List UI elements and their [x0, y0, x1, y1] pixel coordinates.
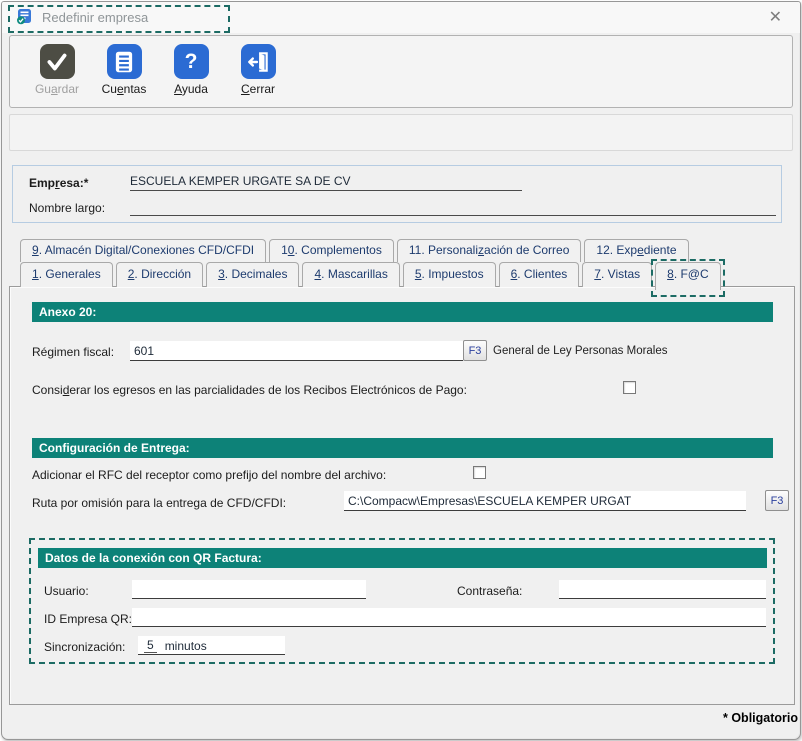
empresa-label: Empresa:* [29, 176, 89, 190]
accounts-list-icon [106, 44, 142, 79]
tab-3-decimales[interactable]: 3. Decimales [206, 262, 300, 287]
regimen-description: General de Ley Personas Morales [493, 345, 668, 357]
regimen-f3-button[interactable]: F3 [463, 340, 487, 361]
tab-12-expediente[interactable]: 12. Expediente [584, 239, 689, 262]
toolbar-button-ayuda[interactable]: ? Ayuda [166, 44, 216, 96]
sincronizacion-value: 5 [144, 638, 157, 653]
close-icon[interactable]: ✕ [763, 6, 788, 30]
ruta-entrega-input[interactable] [344, 491, 746, 511]
id-empresa-qr-label: ID Empresa QR: [44, 612, 133, 626]
tab-row-secondary: 9. Almacén Digital/Conexiones CFD/CFDI 1… [20, 239, 692, 262]
tab-content-fac: Anexo 20: Régimen fiscal: F3 General de … [9, 286, 795, 705]
usuario-label: Usuario: [44, 584, 89, 598]
tab-4-mascarillas[interactable]: 4. Mascarillas [302, 262, 400, 287]
window-title: Redefinir empresa [42, 10, 149, 25]
toolbar-button-cerrar[interactable]: Cerrar [233, 44, 283, 96]
company-group: Empresa:* ESCUELA KEMPER URGATE SA DE CV… [12, 165, 782, 223]
help-question-icon: ? [173, 44, 209, 79]
sincronizacion-unit: minutos [164, 638, 207, 653]
section-header-anexo20: Anexo 20: [32, 302, 773, 322]
tab-10-complementos[interactable]: 10. Complementos [269, 239, 394, 262]
ruta-f3-button[interactable]: F3 [765, 490, 789, 511]
section-header-qr-factura: Datos de la conexión con QR Factura: [38, 548, 767, 568]
app-icon [16, 8, 33, 28]
id-empresa-qr-input[interactable] [132, 608, 766, 627]
nombre-largo-label: Nombre largo: [29, 201, 106, 215]
tab-5-impuestos[interactable]: 5. Impuestos [402, 262, 496, 287]
toolbar-button-guardar[interactable]: Guardar [32, 44, 82, 96]
toolbar: Guardar Cuentas ? Ayuda Cerrar [9, 35, 793, 108]
contrasena-input[interactable] [559, 580, 766, 599]
regimen-fiscal-label: Régimen fiscal: [32, 345, 115, 359]
save-check-icon [39, 44, 75, 79]
contrasena-label: Contraseña: [457, 584, 523, 598]
rfc-prefijo-checkbox-label: Adicionar el RFC del receptor como prefi… [32, 468, 387, 482]
sincronizacion-label: Sincronización: [44, 640, 126, 654]
toolbar-button-cuentas[interactable]: Cuentas [99, 44, 149, 96]
tab-6-clientes[interactable]: 6. Clientes [498, 262, 580, 287]
tab-9-almacen-digital[interactable]: 9. Almacén Digital/Conexiones CFD/CFDI [20, 239, 267, 262]
tab-1-generales[interactable]: 1. Generales [20, 262, 113, 287]
rfc-prefijo-checkbox[interactable] [473, 466, 486, 479]
regimen-fiscal-input[interactable] [130, 341, 463, 361]
exit-door-icon [240, 44, 276, 79]
usuario-input[interactable] [132, 580, 366, 599]
tab-row-primary: 1. Generales 2. Dirección 3. Decimales 4… [20, 259, 725, 297]
section-header-entrega: Configuración de Entrega: [32, 438, 773, 458]
egresos-checkbox-label: Considerar los egresos en las parcialida… [32, 383, 467, 397]
tab-7-vistas[interactable]: 7. Vistas [582, 262, 653, 287]
redefinir-empresa-window: Redefinir empresa ✕ Guardar Cuentas ? Ay… [1, 1, 801, 740]
tab-2-direccion[interactable]: 2. Dirección [115, 262, 204, 287]
required-note: * Obligatorio [723, 711, 798, 725]
tab-11-personalizacion-correo[interactable]: 11. Personalización de Correo [396, 239, 582, 262]
empresa-input[interactable]: ESCUELA KEMPER URGATE SA DE CV [130, 174, 522, 191]
header-band [9, 114, 793, 151]
tab-8-fac[interactable]: 8. F@C [651, 259, 725, 297]
egresos-checkbox[interactable] [623, 381, 636, 394]
nombre-largo-input[interactable] [130, 199, 776, 216]
ruta-entrega-label: Ruta por omisión para la entrega de CFD/… [32, 496, 287, 510]
sincronizacion-input[interactable]: 5 minutos [138, 636, 285, 655]
titlebar: Redefinir empresa ✕ [2, 2, 800, 33]
